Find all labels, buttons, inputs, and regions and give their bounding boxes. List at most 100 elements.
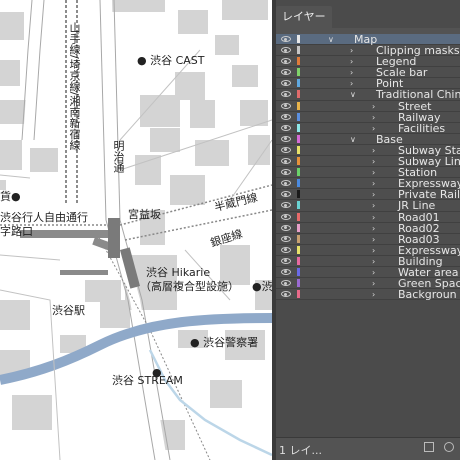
chevron-right-icon[interactable]: › <box>372 257 375 266</box>
layer-color-swatch <box>297 290 300 299</box>
layer-color-swatch <box>297 134 300 143</box>
layer-row[interactable]: › Road01 <box>276 210 460 224</box>
layer-row[interactable]: › Clipping masks <box>276 45 460 57</box>
layer-label: Map <box>354 33 378 46</box>
chevron-right-icon[interactable]: › <box>350 57 353 66</box>
chevron-right-icon[interactable]: › <box>372 168 375 177</box>
layer-color-swatch <box>297 179 300 188</box>
layer-label: Facilities <box>398 121 446 135</box>
layer-color-swatch <box>297 57 300 66</box>
layer-row[interactable]: › Street <box>276 99 460 113</box>
layer-label: Backgroun <box>398 288 457 302</box>
chevron-down-icon[interactable]: ∨ <box>350 90 356 99</box>
chevron-right-icon[interactable]: › <box>372 102 375 111</box>
layer-color-swatch <box>297 112 300 121</box>
cast-label: ● 渋谷 CAST <box>137 54 205 67</box>
eye-icon[interactable] <box>281 268 291 275</box>
store-label: 貨● <box>0 190 21 203</box>
layer-color-swatch <box>297 90 300 99</box>
station-label: 渋谷駅 <box>52 304 85 317</box>
eye-icon[interactable] <box>281 80 291 87</box>
partial-right-label: ●渋 <box>252 280 272 293</box>
layer-color-swatch <box>297 223 300 232</box>
layer-color-swatch <box>297 145 300 154</box>
layer-label: Traditional Chin <box>376 88 460 102</box>
layer-row[interactable]: › Backgroun <box>276 288 460 302</box>
eye-icon[interactable] <box>281 202 291 209</box>
layer-color-swatch <box>297 279 300 288</box>
eye-icon[interactable] <box>281 69 291 76</box>
layer-label: JR Line <box>398 199 436 213</box>
chevron-right-icon[interactable]: › <box>372 157 375 166</box>
chevron-right-icon[interactable]: › <box>372 213 375 222</box>
layer-color-swatch <box>297 234 300 243</box>
layer-row[interactable]: › JR Line <box>276 199 460 213</box>
chevron-right-icon[interactable]: › <box>372 224 375 233</box>
stream-label: 渋谷 STREAM <box>112 374 183 387</box>
layer-row[interactable]: › Facilities <box>276 121 460 135</box>
layers-panel: レイヤー ∨ Map › Clipping masks › Legend › Scale ba… <box>276 0 460 460</box>
layer-color-swatch <box>297 157 300 166</box>
police-label: ● 渋谷警察署 <box>190 336 259 349</box>
eye-icon[interactable] <box>281 169 291 176</box>
eye-icon[interactable] <box>281 280 291 287</box>
layer-color-swatch <box>297 267 300 276</box>
eye-icon[interactable] <box>281 191 291 198</box>
layer-row[interactable]: ∨ Traditional Chin <box>276 88 460 102</box>
eye-icon[interactable] <box>281 291 291 298</box>
chevron-right-icon[interactable]: › <box>372 124 375 133</box>
layer-color-swatch <box>297 212 300 221</box>
layer-label: Road02 <box>398 221 440 235</box>
search-icon[interactable] <box>444 442 454 452</box>
layer-color-swatch <box>297 201 300 210</box>
eye-icon[interactable] <box>281 135 291 142</box>
layer-color-swatch <box>297 68 300 77</box>
layer-color-swatch <box>297 35 300 43</box>
map-canvas[interactable]: 山手線/埼京線/湘南新宿線 明治通 ● 渋谷 CAST 宮益坂 半蔵門線 銀座線… <box>0 0 272 460</box>
chevron-right-icon[interactable]: › <box>372 246 375 255</box>
layers-list: ∨ Map › Clipping masks › Legend › Scale bar › Poi… <box>276 33 460 302</box>
hikarie-label: 渋谷 Hikarie <box>146 266 211 279</box>
crossing-label-top: 渋谷行人自由通行 <box>0 211 88 224</box>
chevron-right-icon[interactable]: › <box>372 113 375 122</box>
chevron-right-icon[interactable]: › <box>372 279 375 288</box>
layers-tab[interactable]: レイヤー <box>276 6 332 28</box>
hikarie-sublabel: （高層複合型設施） <box>140 280 239 293</box>
eye-icon[interactable] <box>281 180 291 187</box>
chevron-right-icon[interactable]: › <box>372 290 375 299</box>
layer-row[interactable]: › Scale bar <box>276 67 460 79</box>
chevron-right-icon[interactable]: › <box>372 201 375 210</box>
eye-icon[interactable] <box>281 158 291 165</box>
eye-icon[interactable] <box>281 113 291 120</box>
eye-icon[interactable] <box>281 213 291 220</box>
layer-label: Street <box>398 99 432 113</box>
eye-icon[interactable] <box>281 257 291 264</box>
chevron-right-icon[interactable]: › <box>372 235 375 244</box>
chevron-right-icon[interactable]: › <box>372 179 375 188</box>
chevron-right-icon[interactable]: › <box>372 146 375 155</box>
crossing-label-bottom: 字路口 <box>0 225 33 238</box>
eye-icon[interactable] <box>281 47 291 54</box>
layer-color-swatch <box>297 101 300 110</box>
layer-color-swatch <box>297 190 300 199</box>
layer-label: Road01 <box>398 210 440 224</box>
layer-row[interactable]: › Legend <box>276 56 460 68</box>
chevron-down-icon[interactable]: ∨ <box>350 135 356 144</box>
eye-icon[interactable] <box>281 58 291 65</box>
eye-icon[interactable] <box>281 91 291 98</box>
eye-icon[interactable] <box>281 102 291 109</box>
eye-icon[interactable] <box>281 224 291 231</box>
eye-icon[interactable] <box>281 235 291 242</box>
chevron-right-icon[interactable]: › <box>350 68 353 77</box>
chevron-right-icon[interactable]: › <box>350 79 353 88</box>
eye-icon[interactable] <box>281 146 291 153</box>
chevron-right-icon[interactable]: › <box>372 268 375 277</box>
export-icon[interactable] <box>424 442 434 452</box>
chevron-right-icon[interactable]: › <box>350 46 353 55</box>
layer-color-swatch <box>297 123 300 132</box>
chevron-right-icon[interactable]: › <box>372 190 375 199</box>
eye-icon[interactable] <box>281 124 291 131</box>
eye-icon[interactable] <box>281 36 291 42</box>
eye-icon[interactable] <box>281 246 291 253</box>
chevron-down-icon[interactable]: ∨ <box>328 35 334 44</box>
